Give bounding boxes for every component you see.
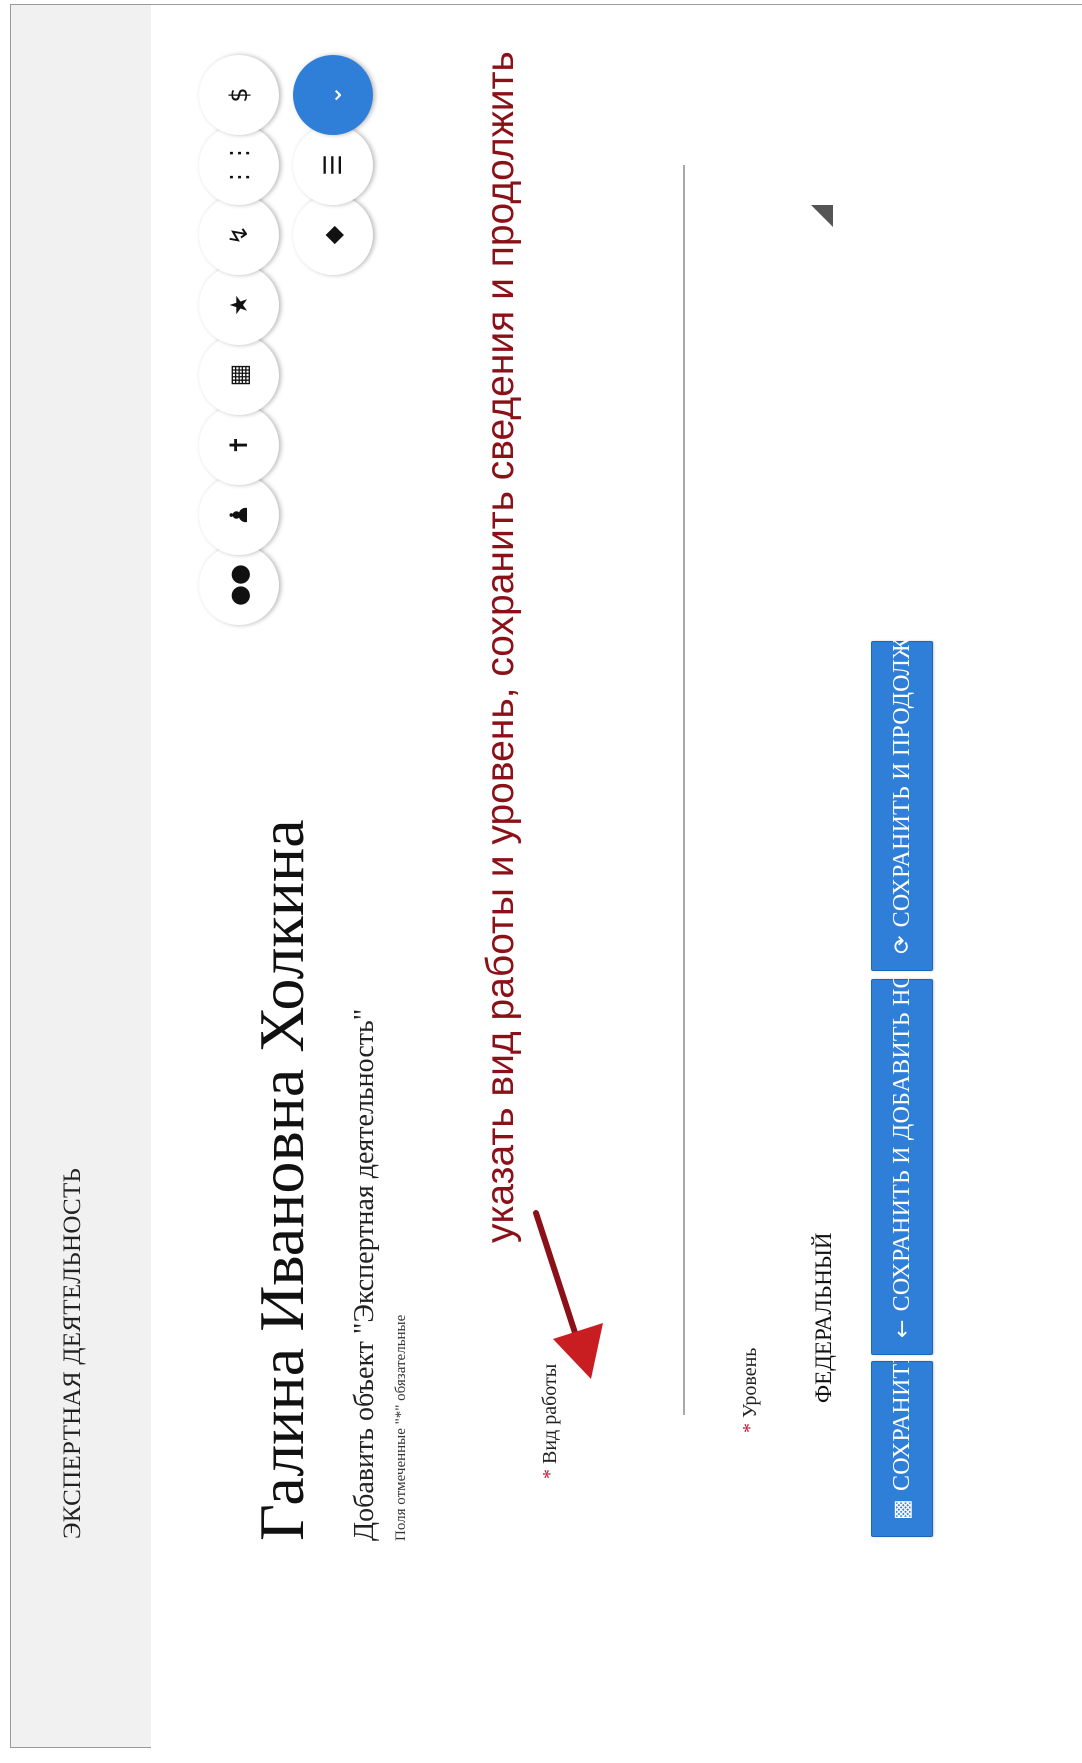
person-icon: ♟ [225,504,253,526]
calendar-icon: ▦ [225,363,253,387]
toolbar-list-button[interactable]: ⋮⋮ [199,125,279,205]
save-and-continue-button[interactable]: ⟳ СОХРАНИТЬ И ПРОДОЛЖИТЬ [871,591,933,971]
toolbar-person-button[interactable]: ♟ [199,475,279,555]
vid-raboty-label-text: Вид работы [539,1363,561,1464]
toolbar-calendar-button[interactable]: ▦ [199,335,279,415]
toolbar-chart-button[interactable]: ↯ [199,195,279,275]
toolbar-list-up-button[interactable]: ☰ [293,125,373,205]
section-label: ЭКСПЕРТНАЯ ДЕЯТЕЛЬНОСТЬ [59,1167,86,1539]
window-frame: ЭКСПЕРТНАЯ ДЕЯТЕЛЬНОСТЬ Галина Ивановна … [10,4,1082,1751]
group-icon: ●● [225,564,253,606]
refresh-icon: ⟳ [889,935,915,954]
level-select[interactable]: ФЕДЕРАЛЬНЫЙ [811,1232,837,1403]
arrow-left-icon: ← [889,1319,915,1338]
list-up-icon: ☰ [319,154,347,176]
toolbar-dollar-button[interactable]: $ [199,55,279,135]
vid-raboty-input[interactable] [683,165,685,1415]
layers-icon: ◆ [319,225,347,245]
level-label: * Уровень [739,1348,762,1433]
toolbar-award-button[interactable]: ✝ [199,405,279,485]
star-icon: ★ [225,294,253,316]
award-icon: ✝ [225,434,253,456]
chart-icon: ↯ [225,224,253,246]
rotated-page: ЭКСПЕРТНАЯ ДЕЯТЕЛЬНОСТЬ Галина Ивановна … [11,5,1082,1763]
required-mark: * [539,1469,561,1479]
dollar-icon: $ [225,87,253,103]
toolbar-layers-button[interactable]: ◆ [293,195,373,275]
select-caret-icon[interactable] [811,205,833,227]
page-subtitle: Добавить объект "Экспертная деятельность… [349,1008,380,1541]
save-and-add-new-label: СОХРАНИТЬ И ДОБАВИТЬ НОВЫЙ [888,916,915,1312]
required-note: Поля отмеченные "*" обязательные [393,1314,409,1541]
save-button-label: СОХРАНИТЬ [888,1349,915,1491]
save-button[interactable]: ▩ СОХРАНИТЬ [871,1350,933,1537]
toolbar-group-button[interactable]: ●● [199,545,279,625]
floppy-icon: ▩ [889,1499,915,1520]
save-and-continue-label: СОХРАНИТЬ И ПРОДОЛЖИТЬ [888,590,915,928]
toolbar-collapse-button[interactable]: ⌄ [293,55,373,135]
vid-raboty-label: * Вид работы [539,1364,562,1479]
chevron-down-icon: ⌄ [319,84,347,106]
toolbar-star-button[interactable]: ★ [199,265,279,345]
person-name: Галина Ивановна Холкина [246,819,317,1541]
list-icon: ⋮⋮ [225,141,253,189]
instruction-annotation: указать вид работы и уровень, сохранить … [479,51,522,1243]
required-mark: * [739,1423,761,1433]
level-label-text: Уровень [739,1347,761,1418]
save-and-add-new-button[interactable]: ← СОХРАНИТЬ И ДОБАВИТЬ НОВЫЙ [871,916,933,1355]
